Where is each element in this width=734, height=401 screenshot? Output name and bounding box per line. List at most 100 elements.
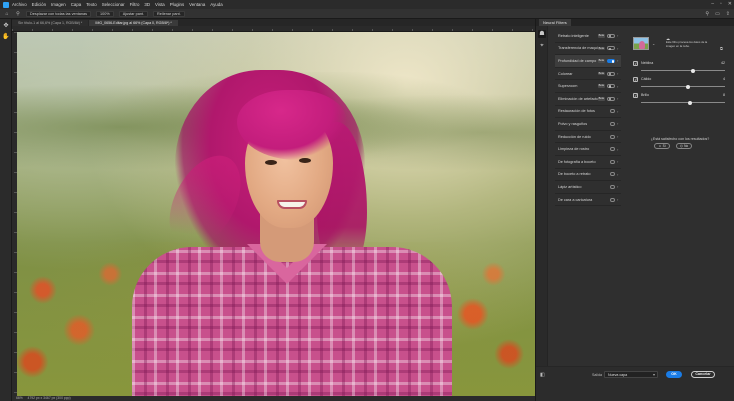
- filter-label: Superzoom: [558, 84, 578, 89]
- filter-toggle[interactable]: [607, 58, 615, 63]
- cloud-icon: [610, 172, 615, 177]
- cancel-button[interactable]: Cancelar: [691, 371, 715, 378]
- feedback-buttons: ☺ Sí ☹ No: [654, 143, 692, 149]
- share-icon[interactable]: ⇪: [726, 11, 730, 17]
- filter-item-dust-scratches[interactable]: Polvo y rasguños ›: [555, 118, 621, 131]
- menu-edicion[interactable]: Edición: [32, 2, 46, 7]
- wait-list-icon[interactable]: ⌖: [538, 42, 546, 50]
- slider-knob[interactable]: [687, 100, 692, 105]
- search-icon[interactable]: ⚲: [705, 11, 709, 17]
- filter-item-sketch-to-portrait[interactable]: De boceto a retrato ›: [555, 169, 621, 182]
- close-icon[interactable]: ✕: [728, 1, 732, 7]
- chevron-right-icon: ›: [617, 159, 619, 165]
- layers-icon[interactable]: ⧉: [720, 46, 723, 51]
- slider-knob[interactable]: [691, 68, 696, 73]
- output-label: Salida: [592, 373, 602, 377]
- filter-item-pencil-artwork[interactable]: Lápiz artístico ›: [555, 181, 621, 194]
- minimize-icon[interactable]: –: [711, 1, 714, 7]
- filter-toggle[interactable]: [607, 71, 615, 76]
- slider-haze: Neblina 42: [633, 61, 725, 75]
- slider-knob[interactable]: [686, 84, 691, 89]
- menu-plugins[interactable]: Plugins: [170, 2, 184, 7]
- chevron-right-icon: ›: [617, 184, 619, 190]
- menu-archivo[interactable]: Archivo: [12, 2, 27, 7]
- filter-item-face-cleanup[interactable]: Limpieza de rostro ›: [555, 143, 621, 156]
- filter-item-photo-restoration[interactable]: Restauración de fotos ›: [555, 106, 621, 119]
- filter-label: Eliminación de artefactos JPEG: [558, 96, 598, 101]
- menu-imagen[interactable]: Imagen: [51, 2, 66, 7]
- menu-seleccionar[interactable]: Seleccionar: [102, 2, 125, 7]
- cloud-icon: [610, 159, 615, 164]
- menu-filtro[interactable]: Filtro: [130, 2, 140, 7]
- ok-button[interactable]: OK: [666, 371, 682, 378]
- neural-filters-title: Neural Filters: [539, 19, 571, 26]
- menu-texto[interactable]: Texto: [86, 2, 97, 7]
- filter-item-photo-to-sketch[interactable]: De fotografía a boceto ›: [555, 156, 621, 169]
- filter-toggle[interactable]: [607, 84, 615, 89]
- all-filters-icon[interactable]: ☗: [538, 30, 546, 38]
- filter-item-jpeg-artifacts[interactable]: Eliminación de artefactos JPEG Beta ›: [555, 93, 621, 106]
- thumbs-down-button[interactable]: ☹ No: [676, 143, 692, 149]
- slider-value[interactable]: 42: [721, 61, 725, 65]
- slider-label: Brillo: [641, 93, 649, 97]
- neural-filters-header: Neural Filters: [536, 19, 734, 26]
- cloud-icon: [610, 184, 615, 189]
- thumbs-up-button[interactable]: ☺ Sí: [654, 143, 670, 149]
- hand-tool-icon[interactable]: ✋: [2, 33, 10, 41]
- menu-ventana[interactable]: Ventana: [189, 2, 205, 7]
- chevron-right-icon: ›: [617, 146, 619, 152]
- zoom-100-button[interactable]: 100%: [96, 10, 114, 17]
- feedback-question: ¿Está satisfecho con los resultados?: [650, 137, 710, 141]
- haze-checkbox[interactable]: [633, 61, 638, 66]
- slider-value[interactable]: 8: [723, 93, 725, 97]
- fit-screen-button[interactable]: Ajustar pant.: [118, 10, 149, 17]
- brightness-checkbox[interactable]: [633, 93, 638, 98]
- filter-label: Colorear: [558, 71, 573, 76]
- compare-icon[interactable]: ◧: [540, 372, 545, 378]
- zoom-tool-icon[interactable]: ⚲: [15, 11, 21, 17]
- move-tool-icon[interactable]: ✥: [2, 22, 10, 30]
- warmth-checkbox[interactable]: [633, 77, 638, 82]
- home-icon[interactable]: ⌂: [4, 11, 10, 17]
- filter-toggle[interactable]: [607, 96, 615, 101]
- fill-screen-button[interactable]: Rellenar pant.: [153, 10, 185, 17]
- cloud-icon: [610, 147, 615, 152]
- output-select[interactable]: Nueva capa: [604, 371, 658, 378]
- chevron-down-icon[interactable]: ⌄: [652, 41, 655, 46]
- filter-item-colorize[interactable]: Colorear Beta ›: [555, 68, 621, 81]
- slider-track[interactable]: [641, 86, 725, 87]
- menu-ayuda[interactable]: Ayuda: [210, 2, 222, 7]
- menu-vista[interactable]: Vista: [155, 2, 165, 7]
- beta-badge: Beta: [597, 96, 605, 101]
- slider-label: Cálido: [641, 77, 652, 81]
- menu-bar: Archivo Edición Imagen Capa Texto Selecc…: [0, 0, 734, 9]
- beta-badge: Beta: [597, 71, 605, 76]
- filter-label: Lápiz artístico: [558, 184, 582, 189]
- document-canvas[interactable]: [17, 32, 535, 396]
- slider-track[interactable]: [641, 70, 725, 71]
- filter-item-noise-reduction[interactable]: Reducción de ruido ›: [555, 131, 621, 144]
- filter-item-superzoom[interactable]: Superzoom Beta ›: [555, 80, 621, 93]
- chevron-right-icon: ›: [617, 58, 619, 64]
- filter-label: Transferencia de maquillaje: [558, 46, 598, 51]
- workspace-icon[interactable]: ▭: [715, 11, 720, 17]
- filter-item-smart-portrait[interactable]: Retrato inteligente Beta ›: [555, 30, 621, 43]
- cloud-icon: [610, 121, 615, 126]
- slider-track[interactable]: [641, 102, 725, 103]
- photo-eye-right: [299, 158, 311, 163]
- filter-item-makeup-transfer[interactable]: Transferencia de maquillaje Beta ›: [555, 43, 621, 56]
- slider-value[interactable]: 4: [723, 77, 725, 81]
- scroll-all-windows-checkbox[interactable]: Desplazar con todas las ventanas: [26, 10, 91, 17]
- filter-toggle[interactable]: [607, 46, 615, 51]
- chevron-right-icon: ›: [617, 45, 619, 51]
- filter-item-depth-blur[interactable]: Profundidad de campo Beta ›: [555, 55, 621, 68]
- filter-item-face-to-caricature[interactable]: De cara a caricatura ›: [555, 194, 621, 207]
- menu-capa[interactable]: Capa: [71, 2, 82, 7]
- maximize-icon[interactable]: ▫: [720, 1, 722, 7]
- slider-warmth: Cálido 4: [633, 77, 725, 91]
- filter-label: Restauración de fotos: [558, 109, 595, 114]
- filter-toggle[interactable]: [607, 33, 615, 38]
- window-controls: – ▫ ✕: [711, 1, 732, 7]
- menu-3d[interactable]: 3D: [144, 2, 150, 7]
- cloud-icon: [610, 134, 615, 139]
